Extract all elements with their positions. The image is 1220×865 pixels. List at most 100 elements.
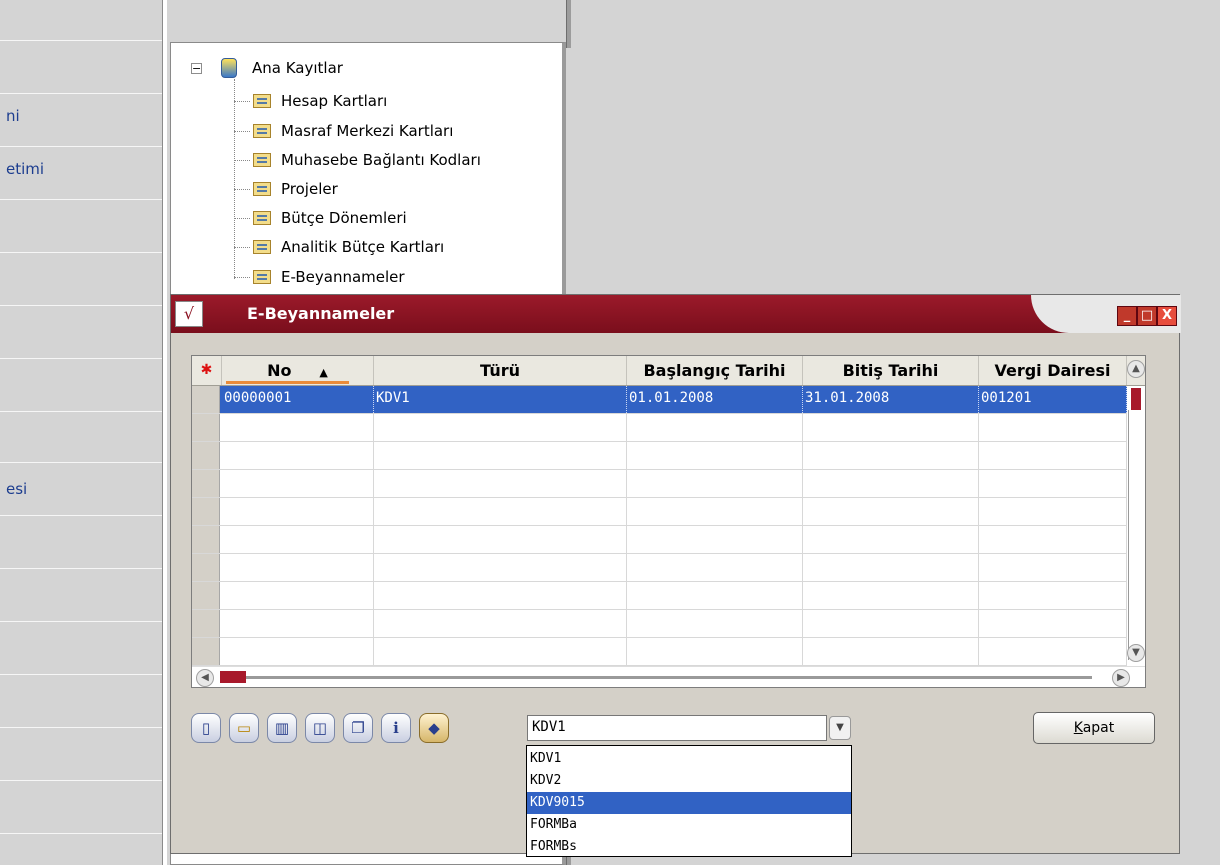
empty-row[interactable] — [192, 554, 1145, 582]
table-cell[interactable] — [979, 442, 1127, 469]
table-cell[interactable] — [627, 470, 803, 497]
row-header[interactable] — [192, 442, 220, 469]
dropdown-option[interactable]: KDV9015 — [527, 792, 851, 814]
table-cell[interactable] — [979, 470, 1127, 497]
table-cell[interactable] — [222, 442, 374, 469]
column-header-bitis[interactable]: Bitiş Tarihi — [803, 356, 979, 385]
table-cell[interactable] — [627, 498, 803, 525]
table-cell[interactable] — [374, 638, 627, 665]
table-cell[interactable] — [222, 554, 374, 581]
scroll-up-icon[interactable]: ▲ — [1127, 360, 1145, 378]
row-header[interactable] — [192, 582, 220, 609]
tree-item-masraf-merkezi[interactable]: Masraf Merkezi Kartları — [281, 120, 453, 142]
column-header-baslangic[interactable]: Başlangıç Tarihi — [627, 356, 803, 385]
table-cell[interactable] — [627, 442, 803, 469]
scroll-down-icon[interactable]: ▼ — [1127, 644, 1145, 662]
scroll-thumb[interactable] — [220, 671, 246, 683]
table-cell[interactable]: KDV1 — [374, 386, 627, 413]
type-select[interactable]: KDV1 — [527, 715, 827, 741]
empty-row[interactable] — [192, 442, 1145, 470]
empty-row[interactable] — [192, 638, 1145, 666]
scroll-thumb[interactable] — [1131, 388, 1141, 410]
scroll-right-icon[interactable]: ▶ — [1112, 669, 1130, 687]
table-cell[interactable] — [803, 638, 979, 665]
row-header[interactable] — [192, 470, 220, 497]
tree-item-projeler[interactable]: Projeler — [281, 178, 338, 200]
open-folder-icon[interactable]: ▭ — [229, 713, 259, 743]
table-cell[interactable]: 00000001 — [222, 386, 374, 413]
table-cell[interactable] — [979, 498, 1127, 525]
column-header-turu[interactable]: Türü — [374, 356, 627, 385]
table-cell[interactable] — [627, 610, 803, 637]
table-cell[interactable] — [803, 526, 979, 553]
table-cell[interactable] — [979, 554, 1127, 581]
table-cell[interactable] — [222, 470, 374, 497]
table-cell[interactable] — [222, 526, 374, 553]
table-cell[interactable] — [979, 414, 1127, 441]
table-cell[interactable] — [803, 554, 979, 581]
preview-icon[interactable]: ◫ — [305, 713, 335, 743]
table-cell[interactable] — [803, 414, 979, 441]
grid-options-icon[interactable]: ✱ — [192, 356, 222, 385]
empty-row[interactable] — [192, 498, 1145, 526]
table-cell[interactable] — [627, 414, 803, 441]
table-cell[interactable] — [627, 526, 803, 553]
tree-item-hesap-kartlari[interactable]: Hesap Kartları — [281, 90, 387, 112]
table-cell[interactable] — [803, 582, 979, 609]
table-cell[interactable] — [374, 582, 627, 609]
table-cell[interactable] — [803, 442, 979, 469]
chevron-down-icon[interactable]: ▼ — [829, 716, 851, 740]
table-cell[interactable] — [979, 638, 1127, 665]
table-cell[interactable] — [374, 554, 627, 581]
table-cell[interactable] — [222, 638, 374, 665]
table-cell[interactable] — [627, 554, 803, 581]
row-header[interactable] — [192, 526, 220, 553]
dropdown-option[interactable]: FORMBs — [527, 836, 851, 858]
dropdown-option[interactable]: KDV1 — [527, 748, 851, 770]
tree-item-analitik-butce[interactable]: Analitik Bütçe Kartları — [281, 236, 444, 258]
table-cell[interactable] — [627, 582, 803, 609]
table-cell[interactable] — [803, 610, 979, 637]
trash-icon[interactable]: ▥ — [267, 713, 297, 743]
tree-item-muhasebe-baglanti[interactable]: Muhasebe Bağlantı Kodları — [281, 149, 481, 171]
copy-icon[interactable]: ❐ — [343, 713, 373, 743]
menu-item[interactable]: esi — [6, 480, 27, 498]
table-cell[interactable] — [222, 414, 374, 441]
menu-item[interactable]: etimi — [6, 160, 44, 178]
empty-row[interactable] — [192, 414, 1145, 442]
table-cell[interactable] — [979, 610, 1127, 637]
declarations-grid[interactable]: ✱ No ▲ Türü Başlangıç Tarihi Bitiş Tarih… — [191, 355, 1146, 688]
empty-row[interactable] — [192, 610, 1145, 638]
table-cell[interactable] — [374, 414, 627, 441]
table-cell[interactable] — [222, 610, 374, 637]
table-cell[interactable]: 01.01.2008 — [627, 386, 803, 413]
type-dropdown-list[interactable]: KDV1 KDV2 KDV9015 FORMBa FORMBs — [526, 745, 852, 857]
collapse-icon[interactable]: − — [191, 63, 202, 74]
row-header[interactable] — [192, 386, 220, 413]
table-cell[interactable] — [803, 470, 979, 497]
tree-root-label[interactable]: Ana Kayıtlar — [252, 57, 343, 79]
table-cell[interactable] — [374, 442, 627, 469]
table-cell[interactable] — [374, 610, 627, 637]
vertical-scrollbar[interactable]: ▲ ▼ — [1127, 360, 1145, 686]
empty-row[interactable] — [192, 470, 1145, 498]
row-header[interactable] — [192, 554, 220, 581]
column-header-vergi-dairesi[interactable]: Vergi Dairesi — [979, 356, 1127, 385]
row-header[interactable] — [192, 414, 220, 441]
table-cell[interactable] — [374, 470, 627, 497]
horizontal-scrollbar[interactable]: ◀ ▶ — [192, 666, 1145, 687]
table-cell[interactable]: 31.01.2008 — [803, 386, 979, 413]
dropdown-option[interactable]: KDV2 — [527, 770, 851, 792]
table-cell[interactable]: 001201 — [979, 386, 1127, 413]
row-header[interactable] — [192, 610, 220, 637]
empty-row[interactable] — [192, 526, 1145, 554]
maximize-button[interactable]: □ — [1137, 306, 1157, 326]
tree-item-butce-donemleri[interactable]: Bütçe Dönemleri — [281, 207, 407, 229]
table-cell[interactable] — [979, 582, 1127, 609]
minimize-button[interactable]: _ — [1117, 306, 1137, 326]
filter-icon[interactable]: ◆ — [419, 713, 449, 743]
row-header[interactable] — [192, 638, 220, 665]
table-cell[interactable] — [979, 526, 1127, 553]
dropdown-option[interactable]: FORMBa — [527, 814, 851, 836]
info-icon[interactable]: i — [381, 713, 411, 743]
